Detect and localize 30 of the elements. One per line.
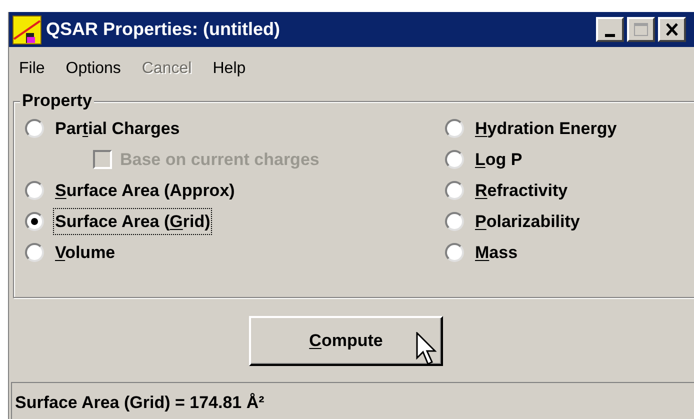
compute-button[interactable]: Compute xyxy=(249,316,443,366)
maximize-button[interactable] xyxy=(627,17,655,42)
radio-label: Mass xyxy=(475,242,518,262)
app-icon xyxy=(12,14,42,44)
radio-button[interactable] xyxy=(445,119,464,138)
radio-button[interactable] xyxy=(445,150,464,169)
status-text: Surface Area (Grid) = 174.81 Å² xyxy=(15,392,264,414)
radio-label: Log P xyxy=(475,150,522,169)
radio-label: Surface Area (Grid) xyxy=(55,212,210,231)
radio-label: Polarizability xyxy=(475,212,580,231)
checkbox-label: Base on current charges xyxy=(120,148,320,171)
radio-button[interactable] xyxy=(25,243,44,262)
radio-label: Volume xyxy=(55,242,116,262)
window-title: QSAR Properties: (untitled) xyxy=(46,18,280,41)
menu-item[interactable]: Options xyxy=(66,57,121,81)
radio-button[interactable] xyxy=(445,181,464,200)
radio-button[interactable] xyxy=(445,243,464,262)
close-icon xyxy=(665,23,679,36)
radio-button[interactable] xyxy=(25,181,44,200)
radio-button[interactable] xyxy=(25,119,44,138)
radio-button[interactable] xyxy=(25,212,44,231)
minimize-button[interactable] xyxy=(596,17,624,42)
radio-label: Surface Area (Approx) xyxy=(55,180,235,200)
radio-label: Hydration Energy xyxy=(475,118,617,138)
radio-label: Partial Charges xyxy=(55,118,180,138)
radio-label: Refractivity xyxy=(475,180,568,200)
menu-item[interactable]: File xyxy=(19,57,45,81)
close-button[interactable] xyxy=(658,17,686,42)
radio-button[interactable] xyxy=(445,212,464,231)
menu-item[interactable]: Help xyxy=(212,57,246,81)
